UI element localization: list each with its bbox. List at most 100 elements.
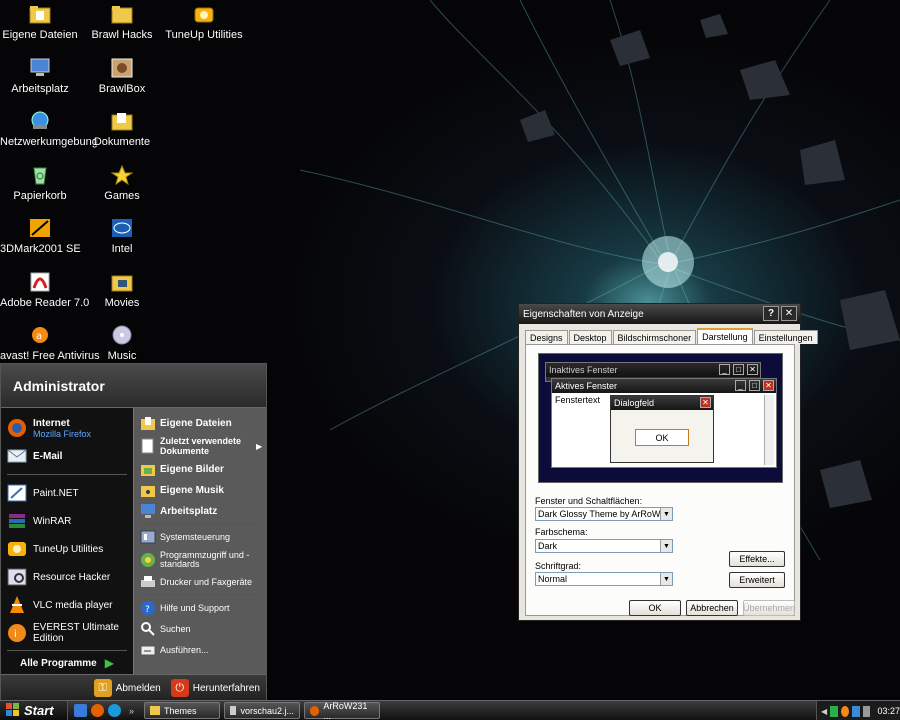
start-menu-footer: ⚿ Abmelden ⏻ Herunterfahren — [1, 674, 266, 701]
logoff-button[interactable]: ⚿ Abmelden — [93, 679, 161, 697]
avast-icon: a — [28, 323, 52, 347]
start-right-systemsteuerung[interactable]: Systemsteuerung — [134, 528, 267, 546]
firefox-icon[interactable] — [91, 704, 104, 717]
logoff-label: Abmelden — [115, 682, 161, 694]
desktop-icon-adobe-reader[interactable]: Adobe Reader 7.0 — [0, 270, 89, 309]
start-right-arbeitsplatz[interactable]: Arbeitsplatz — [134, 502, 267, 520]
minimize-icon: _ — [735, 380, 746, 391]
start-item-label: Paint.NET — [33, 487, 79, 499]
start-right-help[interactable]: ? Hilfe und Support — [134, 599, 267, 617]
folder-documents-icon — [140, 415, 156, 431]
start-right-eigene-musik[interactable]: Eigene Musik — [134, 481, 267, 499]
folder-icon — [110, 2, 134, 26]
star-icon — [110, 163, 134, 187]
desktop-icon-brawlbox[interactable]: BrawlBox — [82, 56, 162, 95]
svg-text:a: a — [36, 331, 42, 342]
windows-buttons-select[interactable]: Dark Glossy Theme by ArRoW ▼ — [535, 507, 673, 521]
tab-appearance[interactable]: Darstellung — [697, 328, 753, 344]
all-programs-label: Alle Programme — [20, 657, 97, 669]
icon-label: Music — [107, 350, 137, 362]
start-button[interactable]: Start — [0, 700, 68, 720]
start-item-internet[interactable]: Internet Mozilla Firefox — [1, 414, 133, 442]
skype-icon[interactable] — [108, 704, 121, 717]
desktop-icon-games[interactable]: Games — [82, 163, 162, 202]
tab-settings[interactable]: Einstellungen — [753, 330, 818, 344]
shutdown-button[interactable]: ⏻ Herunterfahren — [170, 679, 260, 697]
desktop-icon-3dmark[interactable]: 3DMark2001 SE — [0, 216, 81, 255]
advanced-button[interactable]: Erweitert — [729, 572, 785, 588]
avast-tray-icon[interactable] — [840, 705, 849, 717]
desktop-icon-eigene-dateien[interactable]: Eigene Dateien — [0, 2, 80, 41]
start-item-label: VLC media player — [33, 599, 113, 611]
appearance-preview: Inaktives Fenster _ □ ✕ Aktives Fenster … — [538, 353, 783, 483]
network-tray-icon[interactable] — [851, 705, 860, 717]
desktop-icon-avast[interactable]: a avast! Free Antivirus — [0, 323, 100, 362]
color-scheme-label: Farbschema: — [535, 527, 588, 537]
tab-designs[interactable]: Designs — [525, 330, 568, 344]
start-item-tuneup[interactable]: TuneUp Utilities — [1, 536, 133, 562]
shutdown-label: Herunterfahren — [192, 682, 260, 694]
separator — [140, 594, 261, 595]
close-button[interactable]: ✕ — [781, 306, 797, 321]
start-right-program-access[interactable]: Programmzugriff und -standards — [134, 549, 267, 571]
windows-logo-icon — [6, 702, 20, 719]
task-vorschau[interactable]: vorschau2.j... — [224, 702, 301, 719]
apply-button[interactable]: Übernehmen — [743, 600, 795, 616]
color-scheme-select[interactable]: Dark ▼ — [535, 539, 673, 553]
start-item-title: Internet — [33, 417, 70, 429]
task-themes[interactable]: Themes — [144, 702, 221, 719]
tab-desktop[interactable]: Desktop — [568, 330, 612, 344]
start-menu: Administrator Internet Mozilla Firefox E-… — [0, 363, 267, 701]
desktop-icon-music[interactable]: Music — [82, 323, 162, 362]
desktop-icon-movies[interactable]: Movies — [82, 270, 162, 309]
task-arrow231[interactable]: ArRoW231 ... — [304, 700, 381, 720]
start-item-paintnet[interactable]: Paint.NET — [1, 480, 133, 506]
desktop-icon-tuneup[interactable]: TuneUp Utilities — [164, 2, 244, 41]
window-text-sample: Fenstertext — [555, 395, 601, 405]
start-right-printers[interactable]: Drucker und Faxgeräte — [134, 573, 267, 591]
separator — [7, 650, 127, 651]
start-item-everest[interactable]: i EVEREST Ultimate Edition — [1, 620, 133, 646]
font-size-select[interactable]: Normal ▼ — [535, 572, 673, 586]
start-item-vlc[interactable]: VLC media player — [1, 592, 133, 618]
ie-icon[interactable] — [74, 704, 87, 717]
start-right-eigene-dateien[interactable]: Eigene Dateien — [134, 414, 267, 432]
desktop-icon-intel[interactable]: Intel — [82, 216, 162, 255]
folder-documents-icon — [28, 2, 52, 26]
tab-screensaver[interactable]: Bildschirmschoner — [612, 330, 697, 344]
network-icon — [28, 109, 52, 133]
start-right-search[interactable]: Suchen — [134, 620, 267, 638]
close-icon: ✕ — [784, 308, 794, 319]
start-right-run[interactable]: Ausführen... — [134, 641, 267, 659]
effects-button[interactable]: Effekte... — [729, 551, 785, 567]
desktop-icon-brawl-hacks[interactable]: Brawl Hacks — [82, 2, 162, 41]
tray-app-icon[interactable] — [830, 705, 838, 717]
start-right-label: Programmzugriff und -standards — [160, 550, 250, 569]
start-item-resource-hacker[interactable]: Resource Hacker — [1, 564, 133, 590]
desktop-icon-netzwerkumgebung[interactable]: Netzwerkumgebung — [0, 109, 98, 148]
folder-icon — [150, 706, 161, 715]
submenu-arrow-icon: ▶ — [256, 441, 263, 451]
start-right-eigene-bilder[interactable]: Eigene Bilder — [134, 460, 267, 478]
desktop-icon-dokumente[interactable]: Dokumente — [82, 109, 162, 148]
start-right-recent-documents[interactable]: Zuletzt verwendete Dokumente ▶ — [134, 434, 267, 458]
icon-label: Arbeitsplatz — [11, 83, 69, 95]
start-item-winrar[interactable]: WinRAR — [1, 508, 133, 534]
clock[interactable]: 03:27 — [877, 706, 900, 716]
active-window-title: Aktives Fenster — [555, 381, 618, 391]
my-computer-icon — [140, 503, 156, 519]
desktop-icon-arbeitsplatz[interactable]: Arbeitsplatz — [0, 56, 80, 95]
task-label: ArRoW231 ... — [323, 700, 368, 720]
run-icon — [140, 642, 156, 658]
quick-launch-overflow[interactable]: » — [129, 706, 134, 716]
program-access-icon — [140, 552, 156, 568]
all-programs-button[interactable]: Alle Programme ▶ — [1, 653, 133, 673]
volume-icon[interactable] — [862, 705, 871, 717]
cancel-button[interactable]: Abbrechen — [686, 600, 738, 616]
ok-button[interactable]: OK — [629, 600, 681, 616]
tray-collapse-icon[interactable]: ◀ — [821, 707, 827, 716]
start-item-email[interactable]: E-Mail — [1, 444, 133, 468]
help-button[interactable]: ? — [763, 306, 779, 321]
tab-strip: Designs Desktop Bildschirmschoner Darste… — [525, 328, 818, 344]
desktop-icon-papierkorb[interactable]: Papierkorb — [0, 163, 80, 202]
